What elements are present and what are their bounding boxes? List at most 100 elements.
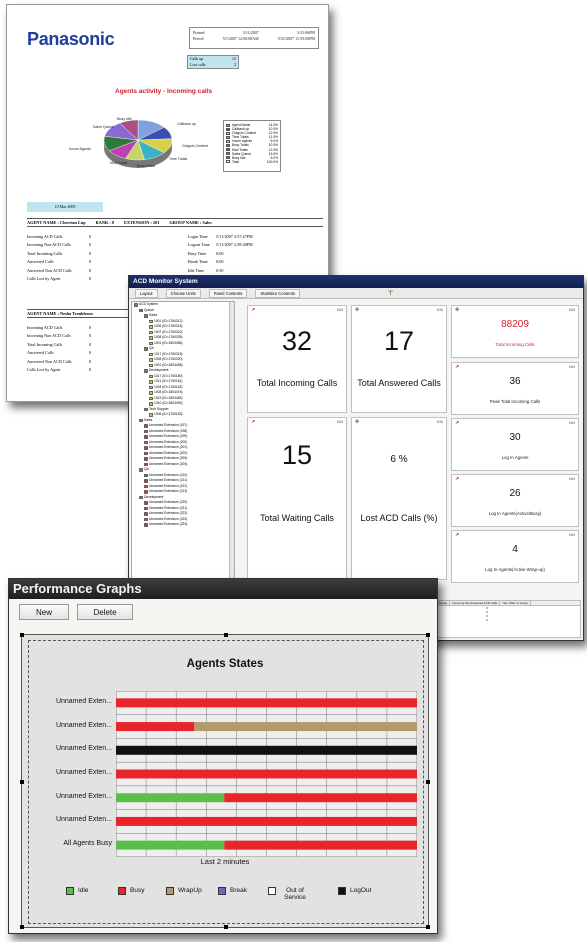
stat-label: Break Time — [188, 259, 208, 265]
stat-value: 0 — [89, 341, 92, 347]
resize-handle[interactable] — [224, 633, 228, 637]
table-row: 3 — [426, 618, 580, 622]
legend-swatch — [218, 887, 226, 895]
cell-value: 3 — [486, 618, 488, 622]
agent-header-1: AGENT NAME : Cherrian Lup RANK : 8 EXTEN… — [27, 218, 323, 227]
state-bar-segment — [116, 722, 195, 732]
stat-value: 0 — [89, 367, 92, 373]
stat-label: Incoming Non ACD Calls — [27, 242, 71, 248]
panel-contents-button[interactable]: Panel Contents — [208, 288, 248, 298]
legend-swatch — [226, 123, 230, 127]
agent-stats-right: Login Time 5/11/2007 2:57:47PM Logout Time… — [188, 233, 253, 275]
y-tick-label: Unnamed Exten... — [55, 792, 112, 800]
pie-label: Incom Agents — [69, 147, 91, 151]
tile-total-answered[interactable]: ✚ Edit 17 Total Answered Calls — [351, 305, 447, 413]
legend-item: Break — [218, 887, 247, 895]
pie-label: Busy Totals — [137, 164, 156, 168]
stat-row: Break Time 0:00 — [188, 258, 253, 266]
tile-edit-menu: Edit — [568, 308, 575, 312]
acd-title-bar: ACD Monitor System — [129, 276, 583, 288]
legend-swatch — [118, 887, 126, 895]
side-tile-label: Total Incoming Calls — [495, 342, 535, 347]
resize-handle[interactable] — [224, 925, 228, 929]
stat-row: Login Time 5/11/2007 2:57:47PM — [188, 233, 253, 241]
side-tile-value: 4 — [512, 544, 518, 555]
resize-handle[interactable] — [20, 633, 24, 637]
state-bar-segment — [116, 816, 417, 826]
resize-handle[interactable] — [426, 633, 430, 637]
stat-row: Incoming ACD Calls 0 — [27, 324, 109, 332]
y-tick-label: All Agents Busy — [63, 840, 112, 848]
side-stat-tile[interactable]: ↗ Edit 30 Log In Agents — [451, 418, 579, 471]
legend-item: Busy — [118, 887, 144, 895]
tile-edit-menu[interactable]: Edit — [437, 308, 443, 312]
counters-box: Calls up 12 Lost calls 2 — [187, 55, 239, 69]
legend-item: Total 100.0% — [226, 160, 278, 164]
pin-icon[interactable]: ✚ — [355, 307, 359, 313]
stat-row: Calls Lost by Agent 0 — [27, 366, 109, 374]
tile-edit-menu[interactable]: Edit — [337, 308, 343, 312]
legend-swatch — [268, 887, 276, 895]
new-button[interactable]: New — [19, 604, 69, 620]
delete-button[interactable]: Delete — [77, 604, 133, 620]
tree-node-icon — [144, 451, 148, 455]
tile-lost-acd[interactable]: ✚ Edit 6 % Lost ACD Calls (%) — [351, 417, 447, 580]
tile-total-incoming[interactable]: ↗ Edit 32 Total Incoming Calls — [247, 305, 347, 413]
side-stat-tile[interactable]: ↗ Edit 4 Log In Agents(Active Wrap-up) — [451, 530, 579, 583]
tile-value: 6 % — [390, 454, 408, 465]
stat-row: Answered Calls 0 — [27, 258, 109, 266]
legend-swatch — [226, 148, 230, 152]
performance-graphs-window: Performance Graphs New Delete Agents Sta… — [8, 578, 438, 934]
resize-handle[interactable] — [426, 925, 430, 929]
tile-label: Total Incoming Calls — [256, 378, 338, 388]
stat-row: Logout Time 5/11/2007 2:58:38PM — [188, 241, 253, 249]
legend-swatch — [338, 887, 346, 895]
stat-row: Incoming Non ACD Calls 0 — [27, 241, 109, 249]
tile-edit-menu[interactable]: Edit — [337, 420, 343, 424]
y-tick-label: Unnamed Exten... — [55, 816, 112, 824]
resize-handle[interactable] — [426, 780, 430, 784]
stat-label: Busy Time — [188, 250, 207, 256]
tree-node-icon — [149, 363, 153, 367]
agents-states-chart-frame[interactable]: Agents States Unnamed Exten... Unnamed Ex… — [20, 633, 430, 929]
pin-icon[interactable]: ↗ — [251, 419, 255, 425]
tree-item-label: Unnamed Extension (224) — [149, 522, 188, 526]
stat-value: 5/11/2007 2:58:38PM — [216, 242, 253, 248]
legend-swatch — [226, 135, 230, 139]
resize-handle[interactable] — [20, 925, 24, 929]
resize-handle[interactable] — [20, 780, 24, 784]
layout-button[interactable]: Layout — [135, 288, 158, 298]
pin-icon[interactable]: ↗ — [251, 307, 255, 313]
tree-node-icon — [134, 303, 138, 307]
agent-stats-left: Incoming ACD Calls 0 Incoming Non ACD Call… — [27, 233, 109, 283]
tree-node-icon — [144, 424, 148, 428]
panasonic-logo: Panasonic — [27, 29, 115, 49]
statistics-contents-button[interactable]: Statistics Contents — [255, 288, 301, 298]
tile-edit-menu[interactable]: Edit — [437, 420, 443, 424]
tile-value: 17 — [383, 326, 415, 356]
side-tile-value: 26 — [509, 488, 521, 499]
tile-label: Total Answered Calls — [357, 378, 441, 388]
tile-edit-menu: Edit — [568, 533, 575, 537]
side-tile-value: 36 — [509, 376, 521, 387]
legend-swatch — [226, 144, 230, 148]
stat-label: Incoming ACD Calls — [27, 234, 63, 239]
side-stat-tile[interactable]: ↗ Edit 26 Log In Agents(Active/Busy) — [451, 474, 579, 527]
side-stat-tile[interactable]: ↗ Edit 36 Peak Total Incoming Calls — [451, 362, 579, 415]
pin-icon[interactable]: ✚ — [355, 419, 359, 425]
tree-node-icon — [144, 440, 148, 444]
side-stat-tile[interactable]: ✚ Edit 88209 Total Incoming Calls — [451, 305, 579, 358]
bottom-table-values: 3333 — [426, 606, 580, 622]
state-bar-segment — [116, 769, 417, 779]
pin-icon[interactable]: ⊤ — [388, 290, 393, 297]
tree-node-icon — [144, 429, 148, 433]
tile-total-waiting[interactable]: ↗ Edit 15 Total Waiting Calls — [247, 417, 347, 580]
choose-units-button[interactable]: Choose Units — [165, 288, 201, 298]
tree-item[interactable]: Unnamed Extension (224) — [132, 522, 234, 528]
pin-icon: ↗ — [455, 420, 460, 426]
stat-value: 0:00 — [216, 259, 224, 265]
tree-node-icon — [139, 308, 143, 312]
stat-label: Answered Calls — [27, 259, 54, 265]
pie-label: Mod Totals — [110, 161, 128, 165]
legend-label: Busy — [130, 887, 145, 894]
